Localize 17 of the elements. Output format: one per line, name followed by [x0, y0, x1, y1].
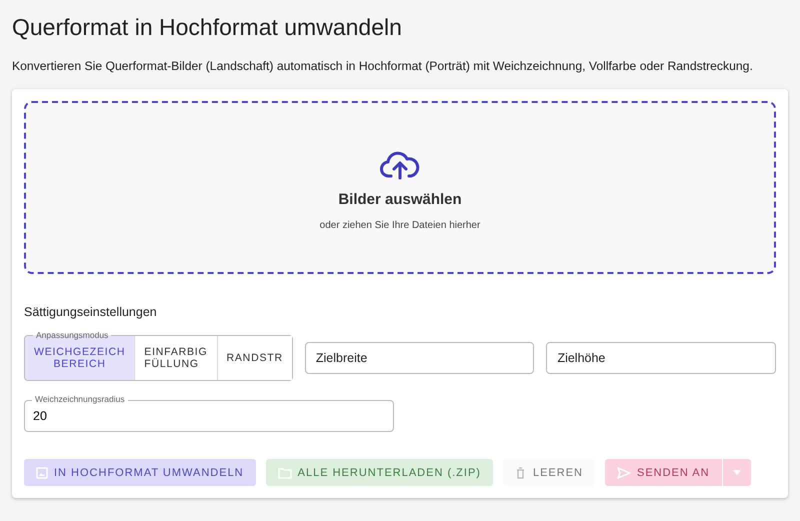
caret-icon	[732, 470, 741, 475]
dropdown-button[interactable]	[722, 459, 751, 486]
cloud-upload-icon	[380, 148, 420, 180]
drop-zone[interactable]: Bilder auswählen oder ziehen Sie Ihre Dateien hierher	[24, 101, 776, 274]
input-field[interactable]: Zielhöhe	[546, 342, 776, 374]
trash-icon	[514, 466, 527, 478]
page-description: Konvertieren Sie Querformat-Bilder (Landschaft) automatisch in Hochformat (Porträt) mit Weichzeichnung, Vollfarbe oder Randstreckung.	[12, 59, 754, 73]
send-icon	[616, 466, 631, 478]
drop-zone-hint: oder ziehen Sie Ihre Dateien hierher	[320, 220, 480, 230]
section-heading: Sättigungseinstellungen	[24, 305, 158, 319]
field-label: Weichzeichnungsradius	[32, 394, 128, 404]
input-field[interactable]: Zielbreite	[304, 342, 534, 374]
field-label: Anpassungsmodus	[33, 330, 112, 340]
drop-zone-title: Bilder auswählen	[338, 190, 462, 208]
image-icon	[36, 466, 48, 478]
page-title: Querformat in Hochformat umwandeln	[12, 14, 403, 41]
folder-icon	[278, 466, 292, 478]
